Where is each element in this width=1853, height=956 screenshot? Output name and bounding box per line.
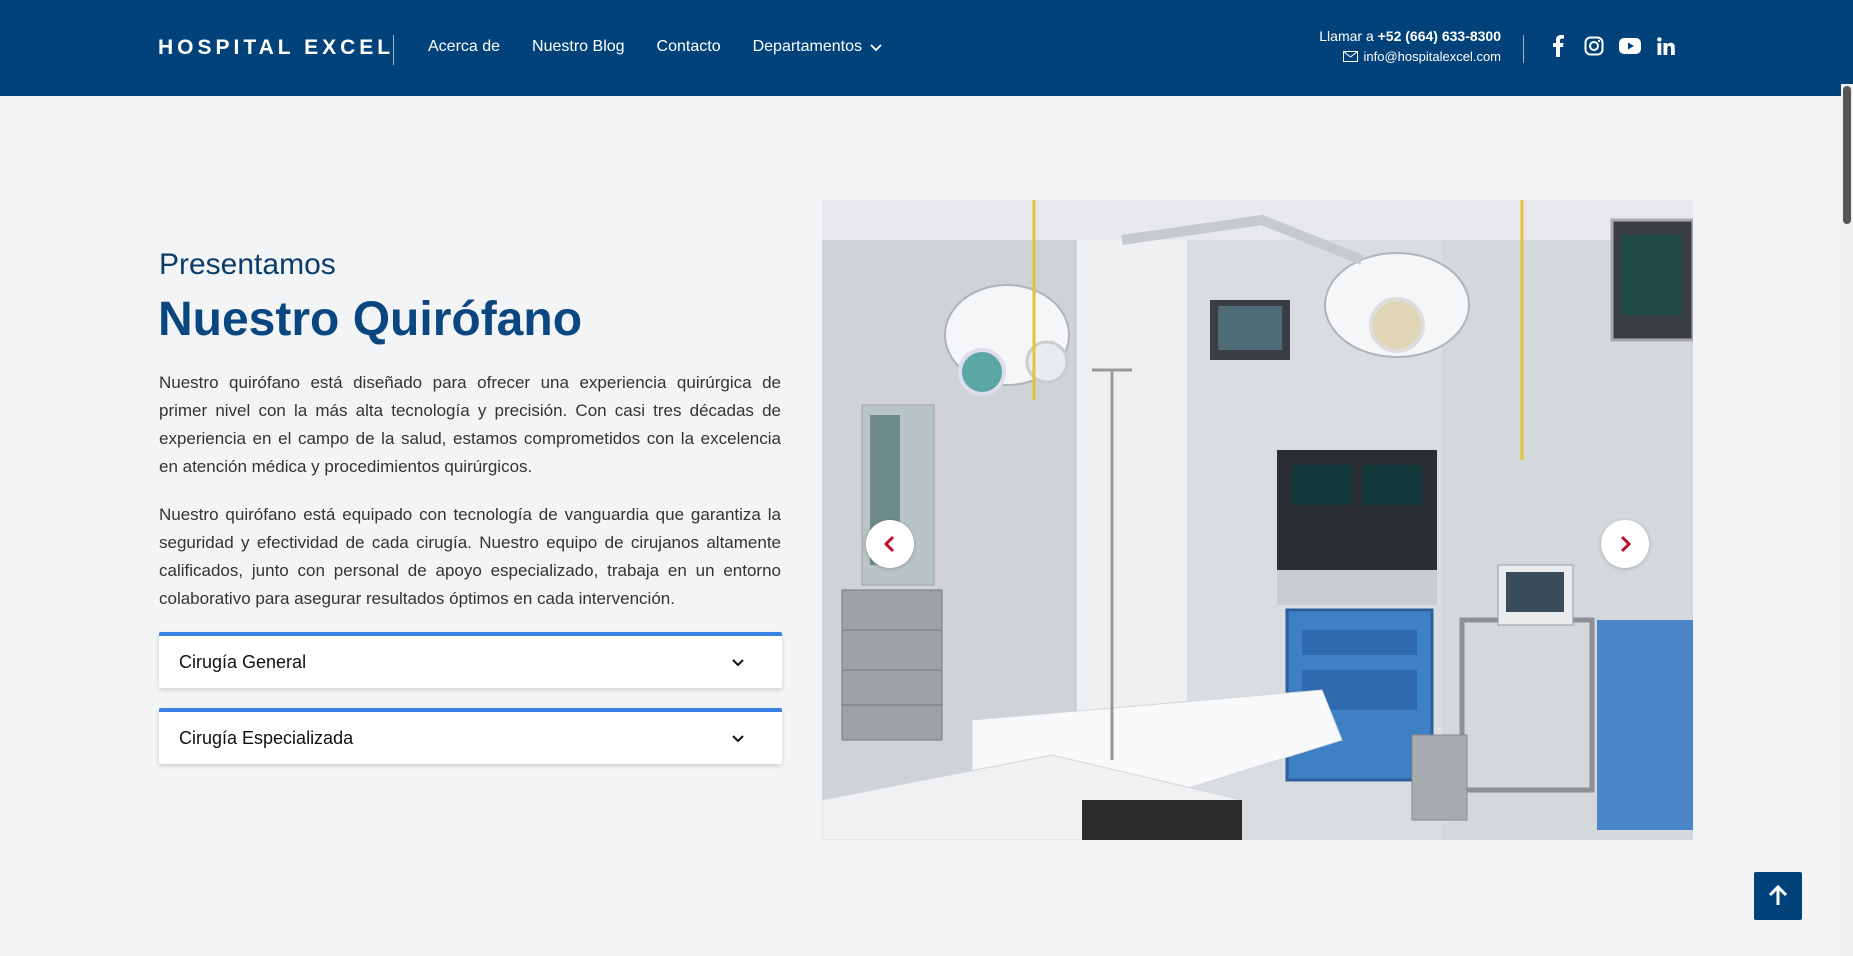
brand-logo[interactable]: HOSPITAL EXCEL — [158, 36, 394, 60]
section-intro: Presentamos — [159, 248, 336, 281]
description-paragraph: Nuestro quirófano está equipado con tecn… — [159, 505, 781, 608]
carousel-prev-button[interactable] — [866, 520, 914, 568]
page-title: Nuestro Quirófano — [158, 293, 583, 346]
arrow-up-icon — [1768, 885, 1788, 905]
description-paragraph: Nuestro quirófano está diseñado para ofr… — [159, 373, 781, 476]
main-nav: Acerca de Nuestro Blog Contacto Departam… — [428, 38, 916, 56]
call-line: Llamar a +52 (664) 633-8300 — [1319, 28, 1501, 44]
instagram-icon[interactable] — [1583, 35, 1605, 57]
scrollbar-thumb[interactable] — [1843, 86, 1851, 224]
operating-room-photo — [822, 200, 1693, 840]
brand-divider — [393, 35, 394, 65]
nav-item-departments[interactable]: Departamentos — [753, 38, 884, 56]
nav-item-contact[interactable]: Contacto — [657, 38, 721, 56]
header-contact: Llamar a +52 (664) 633-8300 info@hospita… — [1319, 28, 1501, 64]
accordion-specialized-surgery[interactable]: Cirugía Especializada — [159, 708, 782, 764]
accordion-label: Cirugía Especializada — [179, 727, 354, 748]
social-links — [1547, 35, 1691, 57]
phone-link[interactable]: +52 (664) 633-8300 — [1378, 28, 1501, 44]
linkedin-icon[interactable] — [1655, 35, 1677, 57]
chevron-down-icon — [868, 39, 884, 55]
nav-item-label: Contacto — [656, 38, 721, 55]
email-link[interactable]: info@hospitalexcel.com — [1364, 49, 1501, 64]
nav-item-label: Departamentos — [752, 38, 862, 55]
nav-item-blog[interactable]: Nuestro Blog — [532, 38, 625, 56]
chevron-down-icon — [732, 659, 744, 667]
accordion-label: Cirugía General — [179, 651, 307, 672]
contact-divider — [1523, 35, 1524, 63]
email-line: info@hospitalexcel.com — [1319, 49, 1501, 64]
envelope-icon — [1342, 51, 1358, 62]
chevron-right-icon — [1620, 535, 1632, 553]
chevron-down-icon — [732, 735, 744, 743]
youtube-icon[interactable] — [1619, 35, 1641, 57]
carousel-next-button[interactable] — [1601, 520, 1649, 568]
nav-item-label: Acerca de — [428, 38, 501, 55]
call-prefix: Llamar a — [1319, 28, 1374, 44]
facebook-icon[interactable] — [1547, 35, 1569, 57]
nav-item-label: Nuestro Blog — [532, 38, 625, 55]
nav-item-about[interactable]: Acerca de — [428, 38, 500, 56]
page-scrollbar[interactable] — [1841, 84, 1853, 956]
site-header: HOSPITAL EXCEL Acerca de Nuestro Blog Co… — [0, 0, 1853, 96]
accordion-general-surgery[interactable]: Cirugía General — [159, 632, 782, 688]
chevron-left-icon — [883, 535, 895, 553]
back-to-top-button[interactable] — [1754, 872, 1802, 920]
image-carousel — [822, 200, 1693, 840]
